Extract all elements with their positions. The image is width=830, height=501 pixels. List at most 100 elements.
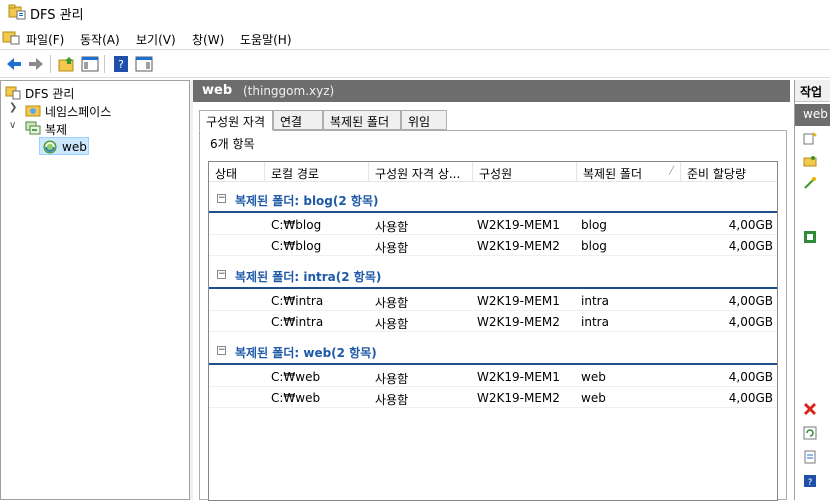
new-folder-icon[interactable] xyxy=(803,154,817,168)
cell-folder: web xyxy=(581,370,606,384)
actions-subtitle: web xyxy=(803,107,828,121)
menu-bar: 파일(F) 동작(A) 보기(V) 창(W) 도움말(H) xyxy=(0,26,830,50)
cell-member: W2K19-MEM2 xyxy=(477,239,560,253)
tab-replicated-folders[interactable]: 복제된 폴더 xyxy=(323,110,401,130)
table-row[interactable]: C:₩blog 사용함 W2K19-MEM1 blog 4,00GB xyxy=(209,214,777,235)
actions-title: 작업 xyxy=(800,85,823,99)
column-label: 복제된 폴더 xyxy=(583,167,643,181)
back-icon[interactable] xyxy=(4,54,24,74)
cell-member: W2K19-MEM2 xyxy=(477,315,560,329)
column-membership-status[interactable]: 구성원 자격 상... xyxy=(369,162,473,182)
cell-quota: 4,00GB xyxy=(728,370,773,384)
group-header-intra[interactable]: − 복제된 폴더: intra(2 항목) xyxy=(209,264,777,289)
menu-help[interactable]: 도움말(H) xyxy=(240,31,292,48)
svg-text:?: ? xyxy=(808,478,813,488)
cell-local-path: C:₩blog xyxy=(271,218,322,232)
help-icon[interactable]: ? xyxy=(803,474,817,488)
membership-list[interactable]: 상태 로컬 경로 구성원 자격 상... 구성원 복제된 폴더 ╱ 준비 할당량… xyxy=(208,161,778,501)
menu-view[interactable]: 보기(V) xyxy=(136,31,176,48)
group-header-web[interactable]: − 복제된 폴더: web(2 항목) xyxy=(209,340,777,365)
chevron-down-icon[interactable]: ∨ xyxy=(9,120,21,134)
window-title: DFS 관리 xyxy=(30,8,84,23)
tab-membership[interactable]: 구성원 자격 xyxy=(199,110,273,131)
menu-action[interactable]: 동작(A) xyxy=(80,31,120,48)
tree-root[interactable]: DFS 관리 xyxy=(3,83,183,101)
details-header: web (thinggom.xyz) xyxy=(193,80,790,102)
menu-window[interactable]: 창(W) xyxy=(192,31,224,48)
collapse-icon[interactable]: − xyxy=(217,194,226,203)
up-folder-icon[interactable] xyxy=(57,54,77,74)
menu-file[interactable]: 파일(F) xyxy=(26,31,64,48)
namespace-icon xyxy=(25,105,41,117)
details-subtitle: (thinggom.xyz) xyxy=(243,84,335,98)
cell-folder: blog xyxy=(581,218,607,232)
table-row[interactable]: C:₩web 사용함 W2K19-MEM2 web 4,00GB xyxy=(209,387,777,408)
tree-pane: DFS 관리 ❯ 네임스페이스 ∨ 복제 web xyxy=(0,80,190,500)
cell-member: W2K19-MEM2 xyxy=(477,391,560,405)
details-pane: web (thinggom.xyz) 구성원 자격 연결 복제된 폴더 위임 6… xyxy=(193,80,790,501)
actions-header: 작업 xyxy=(795,80,830,102)
membership-panel: 6개 항목 상태 로컬 경로 구성원 자격 상... 구성원 복제된 폴더 ╱ … xyxy=(199,130,787,501)
export-list-icon[interactable] xyxy=(803,450,817,464)
table-row[interactable]: C:₩web 사용함 W2K19-MEM1 web 4,00GB xyxy=(209,366,777,387)
table-row[interactable]: C:₩intra 사용함 W2K19-MEM1 intra 4,00GB xyxy=(209,290,777,311)
tree-item-web[interactable]: web xyxy=(39,137,89,155)
actions-subheader[interactable]: web xyxy=(795,104,830,126)
column-local-path[interactable]: 로컬 경로 xyxy=(265,162,369,182)
title-bar: DFS 관리 xyxy=(0,0,830,26)
cell-member: W2K19-MEM1 xyxy=(477,218,560,232)
cell-quota: 4,00GB xyxy=(728,391,773,405)
cell-quota: 4,00GB xyxy=(728,239,773,253)
cell-membership: 사용함 xyxy=(375,220,409,234)
column-status[interactable]: 상태 xyxy=(209,162,265,182)
column-member[interactable]: 구성원 xyxy=(473,162,577,182)
show-hide-tree-icon[interactable] xyxy=(80,54,100,74)
cell-local-path: C:₩web xyxy=(271,391,321,405)
new-connection-icon[interactable] xyxy=(803,176,817,190)
item-count: 6개 항목 xyxy=(210,137,255,151)
tree-item-label: 복제 xyxy=(45,123,68,137)
cell-local-path: C:₩blog xyxy=(271,239,322,253)
tree-item-replication[interactable]: ∨ 복제 xyxy=(3,119,183,137)
tree-item-namespace[interactable]: ❯ 네임스페이스 xyxy=(3,101,183,119)
actions-pane: 작업 web ? xyxy=(794,80,830,500)
forward-icon[interactable] xyxy=(26,54,46,74)
group-header-blog[interactable]: − 복제된 폴더: blog(2 항목) xyxy=(209,188,777,213)
tree-root-label: DFS 관리 xyxy=(25,87,75,101)
group-divider xyxy=(209,211,777,213)
cell-membership: 사용함 xyxy=(375,393,409,407)
list-header: 상태 로컬 경로 구성원 자격 상... 구성원 복제된 폴더 ╱ 준비 할당량 xyxy=(209,162,777,182)
table-row[interactable]: C:₩blog 사용함 W2K19-MEM2 blog 4,00GB xyxy=(209,235,777,256)
tab-delegation[interactable]: 위임 xyxy=(401,110,447,130)
cell-folder: web xyxy=(581,391,606,405)
cell-member: W2K19-MEM1 xyxy=(477,294,560,308)
collapse-icon[interactable]: − xyxy=(217,346,226,355)
dfs-root-icon xyxy=(5,86,21,100)
column-replicated-folder[interactable]: 복제된 폴더 ╱ xyxy=(577,162,681,182)
new-member-icon[interactable] xyxy=(803,132,817,146)
console-icon[interactable] xyxy=(2,29,20,45)
refresh-icon[interactable] xyxy=(803,426,817,440)
tab-connections[interactable]: 연결 xyxy=(273,110,323,130)
delete-icon[interactable] xyxy=(803,402,817,416)
cell-membership: 사용함 xyxy=(375,372,409,386)
help-icon[interactable]: ? xyxy=(111,54,131,74)
toolbar: ? xyxy=(0,51,830,78)
tree-item-label: web xyxy=(62,140,87,154)
group-title: 복제된 폴더: web(2 항목) xyxy=(235,346,377,360)
tree-item-label: 네임스페이스 xyxy=(45,105,112,119)
details-title: web xyxy=(202,83,233,98)
table-row[interactable]: C:₩intra 사용함 W2K19-MEM2 intra 4,00GB xyxy=(209,311,777,332)
cell-local-path: C:₩web xyxy=(271,370,321,384)
column-staging-quota[interactable]: 준비 할당량 xyxy=(681,162,777,182)
cell-membership: 사용함 xyxy=(375,317,409,331)
cell-folder: blog xyxy=(581,239,607,253)
chevron-right-icon[interactable]: ❯ xyxy=(9,102,21,116)
cell-membership: 사용함 xyxy=(375,241,409,255)
collapse-icon[interactable]: − xyxy=(217,270,226,279)
group-title: 복제된 폴더: blog(2 항목) xyxy=(235,194,379,208)
diagnostic-report-icon[interactable] xyxy=(803,230,817,244)
cell-local-path: C:₩intra xyxy=(271,315,324,329)
cell-quota: 4,00GB xyxy=(728,294,773,308)
action-pane-icon[interactable] xyxy=(134,54,154,74)
